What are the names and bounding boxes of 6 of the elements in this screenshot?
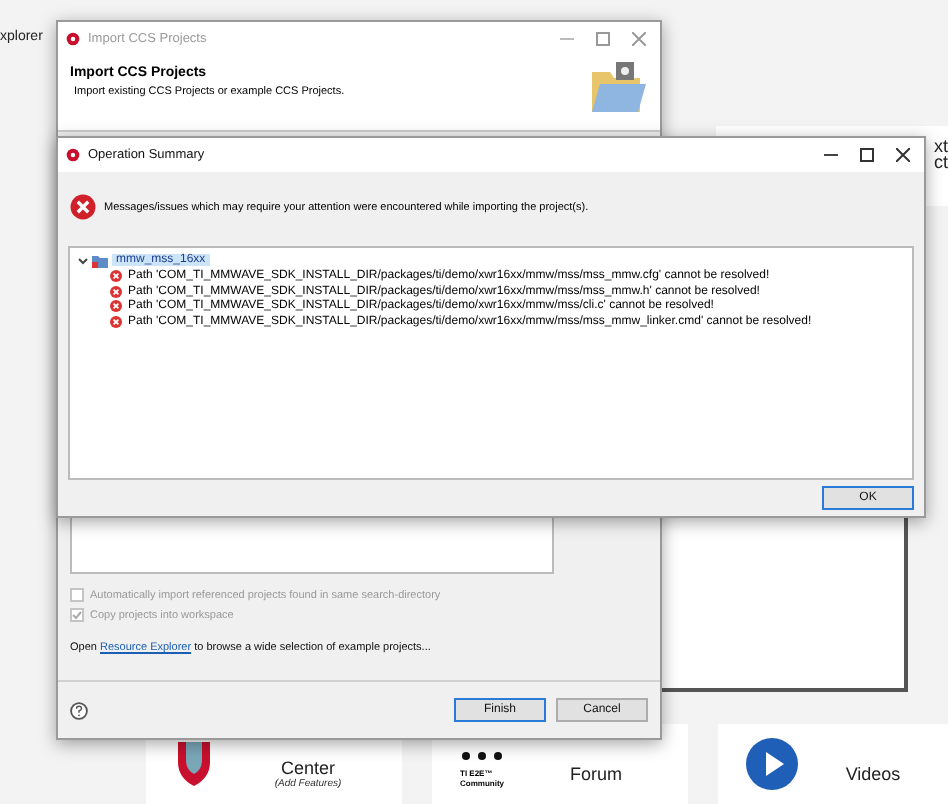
card-title: Videos	[845, 764, 901, 784]
card-title: Center	[280, 758, 335, 778]
panel-text: ct	[933, 154, 948, 170]
card-title: Forum	[569, 764, 622, 784]
feature-card[interactable]: Videos	[718, 724, 948, 804]
panel-text: xt	[933, 138, 948, 154]
